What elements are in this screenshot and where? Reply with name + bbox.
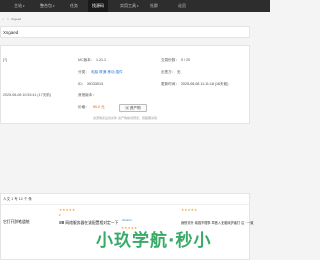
version-value: 1.21.1 <box>96 58 106 62</box>
nav-item-label: 整合包 <box>40 3 52 8</box>
rating-stars: ★★★★★ <box>59 208 76 212</box>
chevron-down-icon: ▾ <box>137 4 139 8</box>
divider <box>1 204 249 205</box>
related-item-price: ¥ <box>59 213 61 217</box>
price-value: ¥0.0 元 <box>93 105 105 109</box>
category-links[interactable]: 电脑 联通 移动 插件 <box>91 70 123 75</box>
resource-badge: [?] <box>3 58 7 62</box>
nav-item-label: 社群 <box>150 3 158 8</box>
nav-item-label: 任务 <box>70 3 78 8</box>
nav-item-main[interactable]: 主站▾ <box>14 0 25 12</box>
updated-value: 2025-06-08 11:11:18 (16天前) <box>181 82 229 86</box>
breadcrumb-current: Xsgaed <box>11 17 22 21</box>
related-item-category: Ubuntu <box>122 218 132 222</box>
category-label: 分类： <box>78 70 89 74</box>
breadcrumb-separator: > <box>7 17 9 21</box>
nav-item-tasks[interactable]: 任务 <box>70 0 78 12</box>
related-item-title: 我别诊升 增强不理事 章音入无脑戏护者打 沿 · 一致 <box>181 221 254 225</box>
nav-item-label: 找源码 <box>92 3 104 8</box>
version-label: MC版本： <box>78 58 95 62</box>
nav-item-label: 主站 <box>14 3 22 8</box>
other-version-label: 其他版本： <box>78 93 96 97</box>
published-date: 2025-06-08 10:53:41 (17天前) <box>3 93 51 97</box>
sales-value: 0 / 20 <box>181 58 190 62</box>
sales-label: 交易份数： <box>161 58 179 62</box>
chevron-down-icon: ▾ <box>53 4 55 8</box>
seller-value: 无 <box>177 70 181 74</box>
watermark: 小玖学航·秒小 <box>96 231 212 251</box>
related-heading: 人文 1 专 12 个 条 <box>3 197 32 201</box>
nav-item-tools[interactable]: 实用工具▾ <box>120 0 139 12</box>
id-label: ID： <box>78 82 86 86</box>
purchase-note: 资源购买后请文件·资产购前请预览，若超期请到 <box>93 116 157 120</box>
home-icon[interactable]: ⌂ <box>2 15 4 23</box>
breadcrumb: ⌂ > Xsgaed <box>0 15 270 23</box>
nav-item-forum[interactable]: 论员 <box>178 0 186 12</box>
resource-title-panel: Xsgaed <box>0 26 250 38</box>
price-label: 价格： <box>78 105 89 109</box>
seller-label: 出售方： <box>161 70 176 74</box>
nav-item-label: 实用工具 <box>120 3 136 8</box>
id-value: XID33013 <box>87 82 103 86</box>
rating-stars: ★★★★★ <box>181 208 198 212</box>
related-item[interactable]: 它打开辞笔道统 <box>3 208 61 258</box>
chevron-down-icon: ▾ <box>23 4 25 8</box>
related-item-title: 它打开辞笔道统 <box>3 220 30 224</box>
nav-item-community[interactable]: 社群 <box>150 0 158 12</box>
resource-detail-card: [?] 2025-06-08 10:53:41 (17天前) MC版本： 1.2… <box>0 45 250 124</box>
page-title: Xsgaed <box>3 30 19 35</box>
top-navbar: 主站▾ 整合包▾ 任务 找源码 实用工具▾ 社群 论员 <box>0 0 270 12</box>
nav-item-label: 论员 <box>178 3 186 8</box>
nav-item-modpack[interactable]: 整合包▾ <box>40 0 55 12</box>
buy-button[interactable]: ▣ 资产购 <box>119 104 147 112</box>
updated-label: 更新时间： <box>161 82 179 86</box>
nav-item-source[interactable]: 找源码 <box>88 0 108 12</box>
